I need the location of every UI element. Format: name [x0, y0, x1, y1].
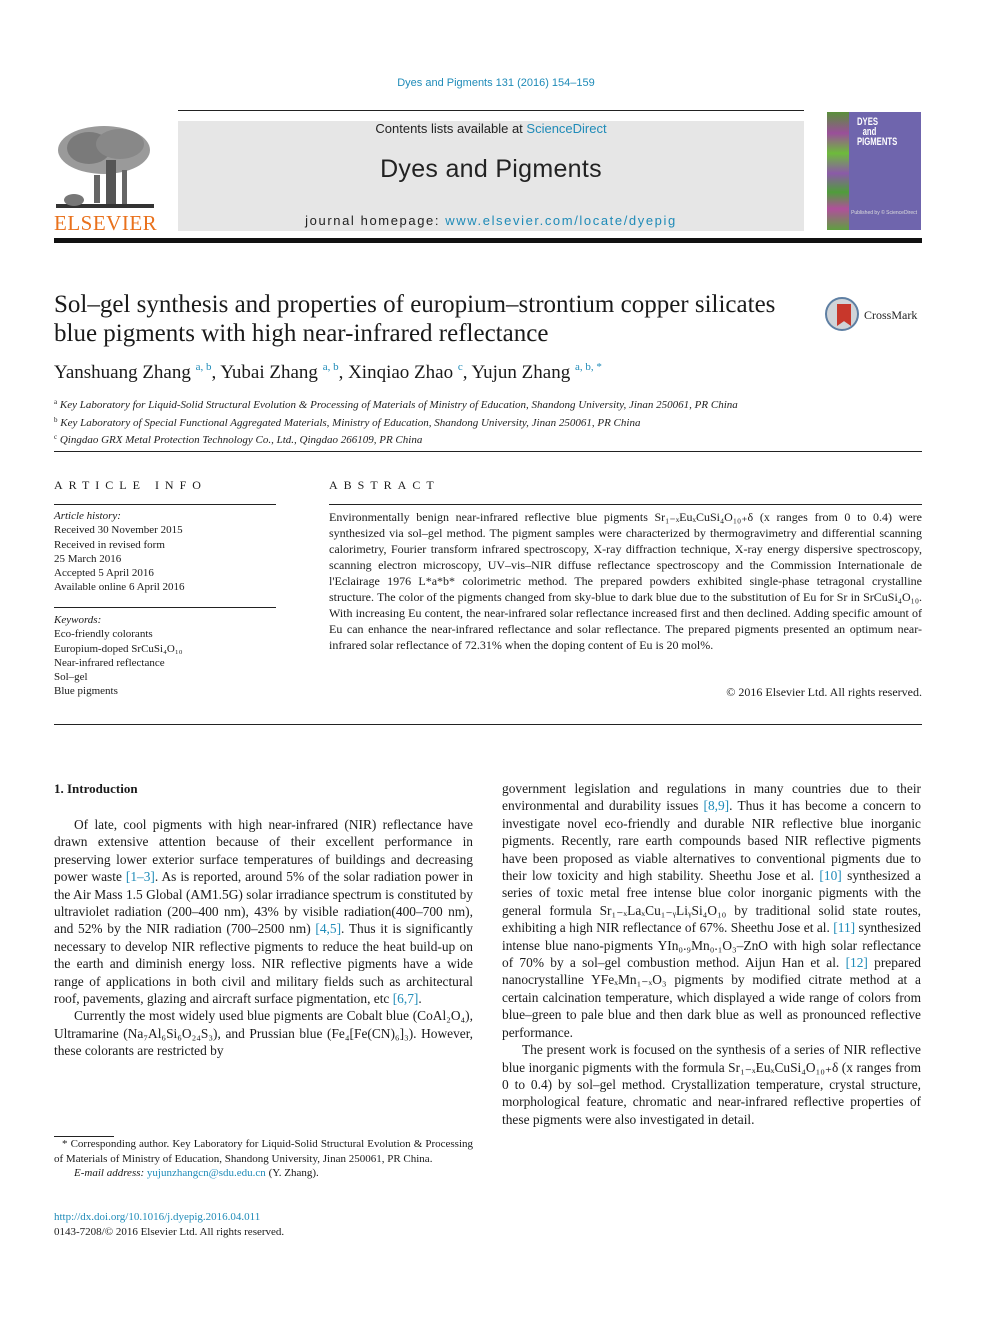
history-item: Available online 6 April 2016	[54, 581, 185, 594]
keywords: Keywords: Eco-friendly colorants Europiu…	[54, 613, 276, 699]
citation-link[interactable]: [4,5]	[315, 921, 341, 936]
journal-homepage: journal homepage: www.elsevier.com/locat…	[178, 213, 804, 228]
email-link[interactable]: yujunzhangcn@sdu.edu.cn	[147, 1167, 266, 1179]
history-item: Received in revised form	[54, 538, 165, 551]
body-paragraph: Of late, cool pigments with high near-in…	[54, 817, 473, 1007]
body-column-left: Of late, cool pigments with high near-in…	[54, 816, 473, 1060]
affiliation-mark: b	[54, 415, 58, 424]
affiliation: a Key Laboratory for Liquid-Solid Struct…	[54, 395, 738, 413]
citation-link[interactable]: [1–3]	[126, 869, 155, 884]
article-history: Article history: Received 30 November 20…	[54, 509, 276, 595]
author-affiliation-link[interactable]: a, b, *	[575, 361, 602, 373]
history-item: Accepted 5 April 2016	[54, 567, 154, 580]
affiliation-text: Key Laboratory for Liquid-Solid Structur…	[59, 399, 738, 411]
citation-link[interactable]: [11]	[833, 920, 855, 935]
footnote: * Corresponding author. Key Laboratory f…	[54, 1137, 473, 1181]
crossmark-ribbon-icon	[837, 304, 851, 326]
author-affiliation-link[interactable]: c	[458, 361, 463, 373]
keyword: Europium-doped SrCuSi₄O₁₀	[54, 642, 183, 655]
divider	[54, 451, 922, 452]
corresponding-author-note: * Corresponding author. Key Laboratory f…	[54, 1138, 473, 1165]
contents-prefix: Contents lists available at	[375, 121, 527, 136]
body-column-right: government legislation and regulations i…	[502, 780, 921, 1128]
homepage-prefix: journal homepage:	[305, 213, 446, 228]
keywords-label: Keywords:	[54, 614, 102, 626]
body-paragraph: Currently the most widely used blue pigm…	[54, 1008, 473, 1059]
crossmark-button[interactable]: CrossMark	[825, 297, 925, 335]
affiliation-mark: c	[54, 433, 58, 441]
divider	[329, 504, 922, 505]
affiliation-text: Qingdao GRX Metal Protection Technology …	[59, 434, 423, 446]
journal-title: Dyes and Pigments	[380, 155, 602, 183]
author-name[interactable]: Yanshuang Zhang	[54, 362, 191, 383]
homepage-link[interactable]: www.elsevier.com/locate/dyepig	[445, 213, 677, 228]
citation-link[interactable]: [12]	[846, 955, 868, 970]
body-paragraph: The present work is focused on the synth…	[502, 1042, 921, 1127]
citation-link[interactable]: [8,9]	[703, 798, 729, 813]
abstract-heading: ABSTRACT	[329, 478, 440, 492]
cover-title-line: PIGMENTS	[857, 136, 898, 148]
keyword: Eco-friendly colorants	[54, 628, 153, 641]
email-label: E-mail address:	[74, 1167, 147, 1179]
header-rule	[178, 110, 804, 111]
author-affiliation-link[interactable]: a, b	[196, 361, 212, 373]
affiliations: a Key Laboratory for Liquid-Solid Struct…	[54, 395, 738, 448]
history-item: 25 March 2016	[54, 552, 122, 565]
divider	[54, 607, 276, 608]
email-line: E-mail address: yujunzhangcn@sdu.edu.cn …	[54, 1166, 473, 1181]
author-name[interactable]: Yujun Zhang	[472, 362, 571, 383]
cover-art-strip	[827, 112, 849, 230]
crossmark-label: CrossMark	[864, 308, 918, 322]
abstract-copyright: © 2016 Elsevier Ltd. All rights reserved…	[726, 685, 922, 699]
author-name[interactable]: Yubai Zhang	[220, 362, 318, 383]
doi-block: http://dx.doi.org/10.1016/j.dyepig.2016.…	[54, 1210, 284, 1240]
doi-link[interactable]: http://dx.doi.org/10.1016/j.dyepig.2016.…	[54, 1211, 260, 1223]
divider	[54, 504, 276, 505]
cover-title: DYES and PIGMENTS	[857, 117, 898, 148]
keyword: Near-infrared reflectance	[54, 656, 165, 669]
crossmark-icon	[825, 297, 859, 331]
cover-footer: Published by © ScienceDirect	[851, 210, 917, 216]
author-list: Yanshuang Zhang a, b, Yubai Zhang a, b, …	[54, 361, 602, 383]
history-item: Received 30 November 2015	[54, 524, 183, 537]
divider	[54, 724, 922, 725]
body-paragraph: government legislation and regulations i…	[502, 781, 922, 1040]
affiliation-text: Key Laboratory of Special Functional Agg…	[60, 416, 641, 429]
elsevier-wordmark: ELSEVIER	[54, 211, 158, 235]
citation-link[interactable]: [10]	[819, 868, 841, 883]
affiliation: b Key Laboratory of Special Functional A…	[54, 413, 738, 431]
affiliation: c Qingdao GRX Metal Protection Technolog…	[54, 430, 738, 448]
citation-link[interactable]: [6,7]	[393, 991, 419, 1006]
header-thick-rule	[54, 238, 922, 243]
affiliation-mark: a	[54, 398, 58, 406]
keyword: Blue pigments	[54, 685, 118, 698]
journal-citation-link[interactable]: Dyes and Pigments 131 (2016) 154–159	[0, 77, 992, 89]
author-affiliation-link[interactable]: a, b	[323, 361, 339, 373]
author-name[interactable]: Xinqiao Zhao	[348, 362, 453, 383]
article-history-label: Article history:	[54, 510, 121, 522]
sciencedirect-link[interactable]: ScienceDirect	[526, 121, 606, 136]
keyword: Sol–gel	[54, 671, 88, 684]
issn-copyright: 0143-7208/© 2016 Elsevier Ltd. All right…	[54, 1226, 285, 1238]
journal-cover-image[interactable]: DYES and PIGMENTS Published by © Science…	[827, 112, 921, 230]
email-suffix: (Y. Zhang).	[265, 1167, 319, 1179]
article-title: Sol–gel synthesis and properties of euro…	[54, 291, 776, 347]
section-heading-introduction: 1. Introduction	[54, 781, 138, 796]
abstract-text: Environmentally benign near-infrared ref…	[329, 510, 922, 652]
article-info-heading: ARTICLE INFO	[54, 478, 207, 492]
contents-line: Contents lists available at ScienceDirec…	[178, 121, 804, 136]
